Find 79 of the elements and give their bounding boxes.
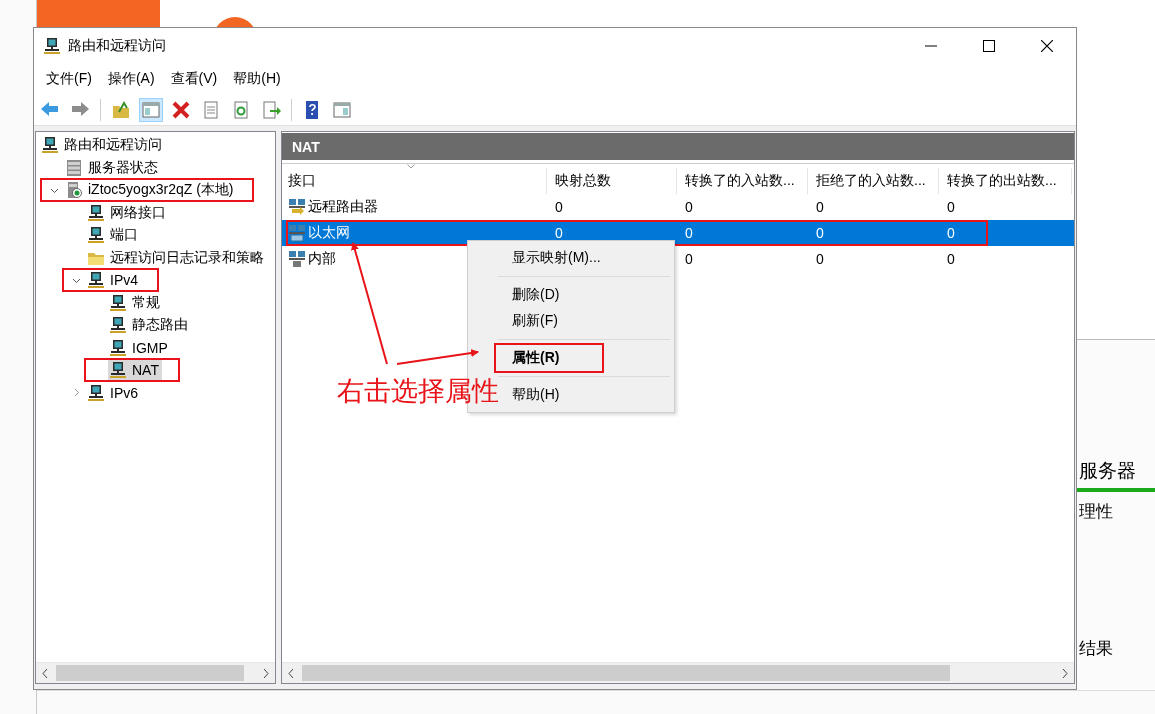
- table-cell: 0: [816, 251, 824, 267]
- computer-icon: [109, 361, 127, 380]
- scrollbar-thumb[interactable]: [302, 665, 950, 681]
- tree-item[interactable]: IPv4: [86, 270, 141, 291]
- folder-icon: [111, 99, 131, 120]
- background-text: 理性: [1078, 501, 1114, 523]
- server-icon: [65, 158, 83, 177]
- table-cell: 0: [555, 225, 563, 241]
- menu-item[interactable]: 刷新(F): [512, 312, 558, 330]
- table-cell: 0: [685, 251, 693, 267]
- menu-item[interactable]: 文件(F): [39, 68, 99, 90]
- scroll-right-icon[interactable]: [263, 668, 269, 678]
- table-cell: 内部: [308, 250, 336, 268]
- column-header[interactable]: 接口: [282, 168, 547, 194]
- menu-item[interactable]: 帮助(H): [226, 68, 288, 90]
- table-cell: 远程路由器: [308, 198, 378, 216]
- tree-item[interactable]: 网络接口: [86, 202, 169, 223]
- tree-item[interactable]: 端口: [86, 225, 141, 246]
- panel-icon: [332, 99, 352, 120]
- table-cell: 0: [555, 199, 563, 215]
- scrollbar[interactable]: [36, 662, 275, 683]
- server-icon: [65, 181, 83, 200]
- tree-item[interactable]: NAT: [108, 360, 162, 381]
- refresh-icon: [231, 99, 251, 120]
- document-icon: [201, 99, 221, 120]
- table-cell: 0: [947, 251, 955, 267]
- computer-icon: [109, 316, 127, 335]
- tree-item[interactable]: IGMP: [108, 337, 171, 358]
- delete-icon: [171, 99, 191, 120]
- table-cell: 0: [947, 199, 955, 215]
- window-title: 路由和远程访问: [68, 37, 167, 55]
- tree-item[interactable]: 远程访问日志记录和策略: [86, 247, 267, 268]
- table-cell: 0: [816, 199, 824, 215]
- computer-icon: [43, 37, 61, 55]
- scroll-left-icon[interactable]: [288, 668, 294, 678]
- computer-icon: [41, 136, 59, 155]
- computer-icon: [109, 293, 127, 312]
- tree-item[interactable]: iZtoc5yogx3r2qZ (本地): [64, 180, 237, 201]
- menu-item[interactable]: 操作(A): [100, 68, 162, 90]
- column-header[interactable]: 映射总数: [547, 168, 677, 194]
- tree-item[interactable]: 静态路由: [108, 315, 191, 336]
- tree-item[interactable]: 服务器状态: [64, 157, 161, 178]
- table-cell: 0: [947, 225, 955, 241]
- computer-icon: [87, 271, 105, 290]
- menu-item[interactable]: 帮助(H): [512, 386, 560, 404]
- panel-icon: [141, 99, 161, 120]
- computer-icon: [87, 383, 105, 402]
- menu-item[interactable]: 属性(R): [512, 349, 560, 367]
- export-icon: [261, 99, 281, 120]
- column-header[interactable]: 转换了的出站数...: [939, 168, 1072, 194]
- scroll-left-icon[interactable]: [42, 668, 48, 678]
- menu-item[interactable]: 删除(D): [512, 286, 560, 304]
- scrollbar[interactable]: [282, 662, 1074, 683]
- tree-item[interactable]: 常规: [108, 292, 163, 313]
- pane-title: NAT: [292, 138, 320, 155]
- computer-icon: [87, 203, 105, 222]
- table-cell: 0: [816, 225, 824, 241]
- network-icon: [288, 250, 306, 268]
- selected-row[interactable]: 以太网 0 0 0 0: [282, 220, 1074, 246]
- column-header[interactable]: 拒绝了的入站数...: [808, 168, 939, 194]
- column-header[interactable]: 转换了的入站数...: [677, 168, 808, 194]
- scroll-right-icon[interactable]: [1062, 668, 1068, 678]
- menu-item[interactable]: 显示映射(M)...: [512, 249, 601, 267]
- computer-icon: [109, 338, 127, 357]
- network-icon: [288, 224, 306, 242]
- sort-caret-icon: [407, 164, 415, 169]
- scrollbar-thumb[interactable]: [56, 665, 244, 681]
- table-cell: 0: [685, 199, 693, 215]
- tree-item[interactable]: IPv6: [86, 382, 141, 403]
- tree-item[interactable]: 路由和远程访问: [40, 135, 165, 156]
- network-icon: [288, 198, 306, 216]
- table-cell: 以太网: [308, 224, 350, 242]
- table-cell: 0: [685, 225, 693, 241]
- maximize-icon[interactable]: [983, 40, 995, 52]
- computer-icon: [87, 226, 105, 245]
- background-text: 结果: [1078, 638, 1114, 660]
- menu-item[interactable]: 查看(V): [163, 68, 225, 90]
- annotation-text: 右击选择属性: [337, 375, 499, 408]
- close-icon[interactable]: [1041, 40, 1053, 52]
